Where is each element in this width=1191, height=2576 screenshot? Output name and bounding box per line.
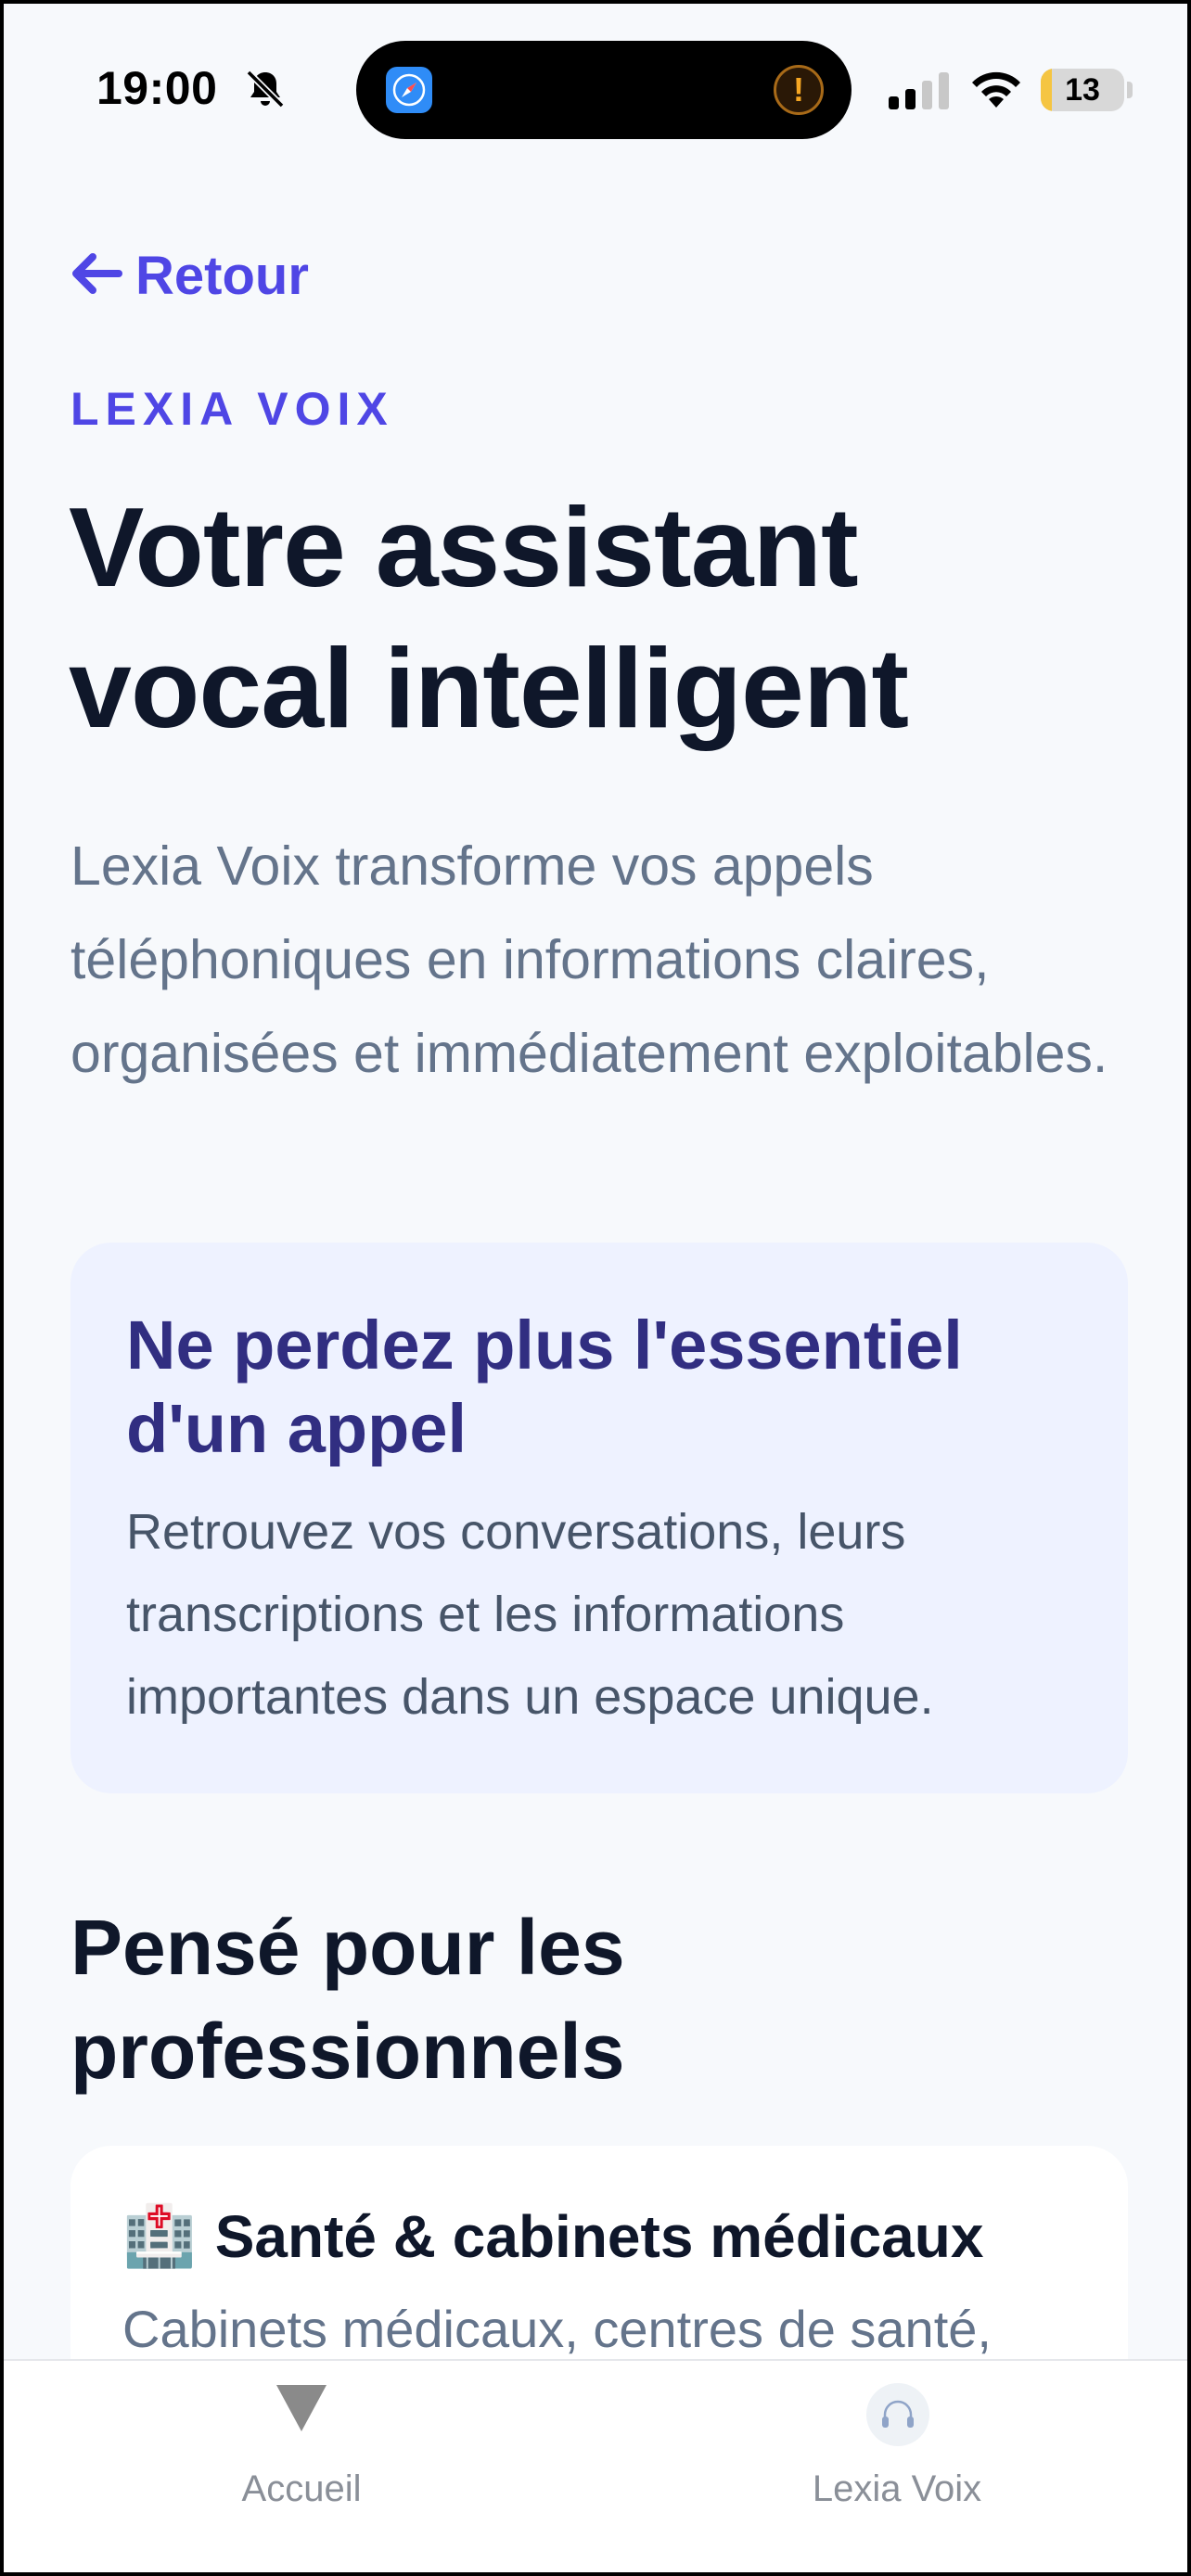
- profession-card-description: Cabinets médicaux, centres de santé,: [122, 2300, 992, 2358]
- battery-level: 13: [1065, 72, 1100, 108]
- compass-icon: [386, 67, 432, 113]
- tab-lexia-voix[interactable]: Lexia Voix: [599, 2361, 1187, 2572]
- battery-icon: 13: [1041, 69, 1124, 111]
- tab-accueil[interactable]: Accueil: [4, 2361, 599, 2572]
- back-button[interactable]: Retour: [70, 243, 309, 308]
- headset-icon: [866, 2383, 929, 2446]
- wifi-icon: [968, 69, 1024, 114]
- profession-card-title-text: Santé & cabinets médicaux: [214, 2202, 984, 2270]
- eyebrow-label: LEXIA VOIX: [70, 383, 394, 435]
- bell-slash-icon: [243, 67, 288, 111]
- profession-card-title: 🏥 Santé & cabinets médicaux: [122, 2201, 983, 2271]
- highlight-card-title: Ne perdez plus l'essentiel d'un appel: [126, 1307, 963, 1467]
- hero-description: Lexia Voix transforme vos appels télépho…: [70, 835, 1108, 1084]
- warning-icon: !: [774, 65, 824, 115]
- triangle-down-icon: [275, 2381, 328, 2438]
- highlight-card: Ne perdez plus l'essentiel d'un appel Re…: [70, 1243, 1128, 1793]
- tab-bar: Accueil Lexia Voix: [4, 2359, 1187, 2572]
- back-label: Retour: [135, 245, 309, 306]
- cellular-signal-icon: [889, 72, 950, 114]
- highlight-card-body: Retrouvez vos conversations, leurs trans…: [126, 1504, 934, 1725]
- status-time: 19:00: [96, 62, 218, 114]
- hospital-icon: 🏥: [122, 2202, 197, 2269]
- status-bar: 19:00 ! 13: [4, 4, 1187, 143]
- dynamic-island[interactable]: !: [356, 41, 852, 139]
- phone-screen: 19:00 ! 13 Retour LEXIA VOIX Votre assis…: [0, 0, 1191, 2576]
- tab-accueil-label: Accueil: [241, 2468, 362, 2509]
- tab-lexia-voix-label: Lexia Voix: [812, 2468, 982, 2509]
- arrow-left-icon: [70, 245, 135, 307]
- page-title: Votre assistant vocal intelligent: [69, 484, 909, 751]
- battery-cap: [1127, 82, 1133, 98]
- section-title-professionals: Pensé pour les professionnels: [70, 1904, 625, 2095]
